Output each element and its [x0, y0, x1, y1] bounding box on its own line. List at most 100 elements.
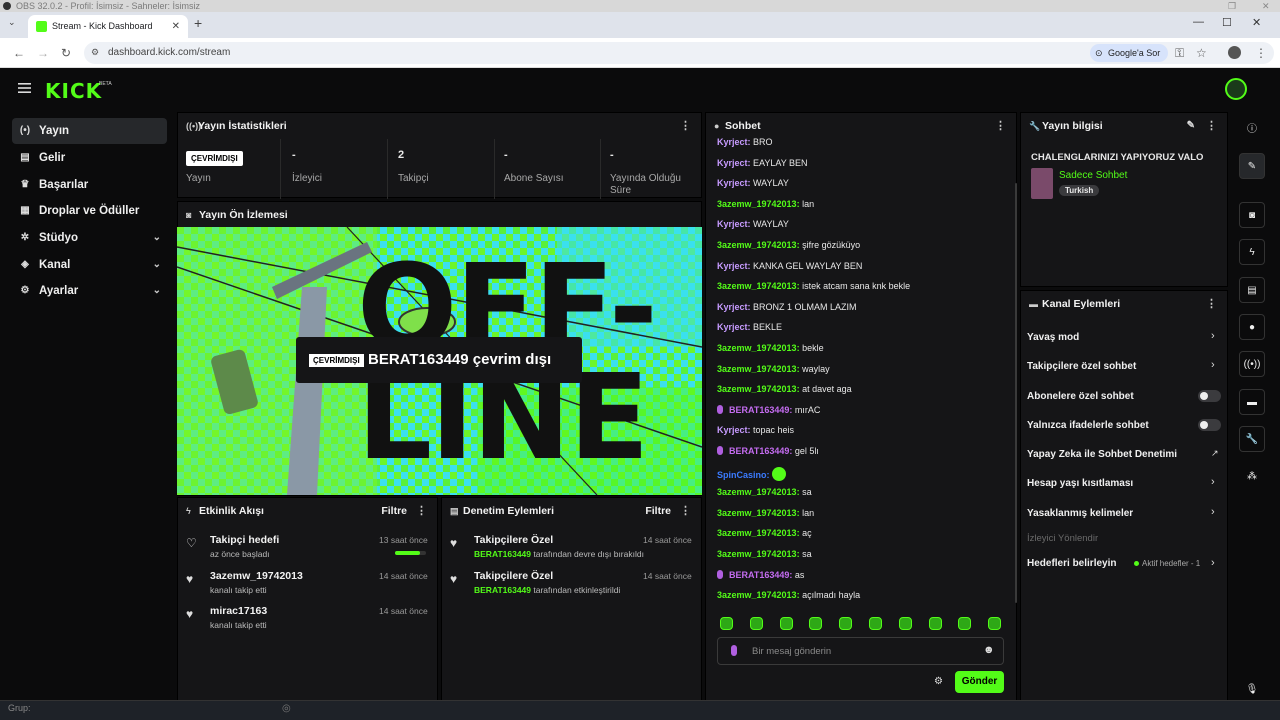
preview-panel-icon[interactable]: ◙ [1239, 202, 1265, 228]
more-options-icon[interactable]: ⋮ [680, 113, 691, 139]
browser-tab[interactable]: Stream - Kick Dashboard ✕ [28, 15, 188, 38]
more-options-icon[interactable]: ⋮ [416, 498, 427, 524]
chat-username[interactable]: 3azemw_19742013 [717, 364, 797, 374]
more-options-icon[interactable]: ⋮ [1206, 113, 1217, 139]
chat-username[interactable]: 3azemw_19742013 [717, 528, 797, 538]
action-ai-moderation[interactable]: Yapay Zeka ile Sohbet Denetimi [1027, 449, 1177, 460]
back-icon[interactable]: ← [13, 46, 25, 60]
lightning-icon[interactable]: ϟ [1239, 239, 1265, 265]
password-key-icon[interactable]: ⚿ [1175, 46, 1184, 61]
emote-icon[interactable] [809, 617, 823, 630]
tools-icon[interactable]: ▬ [1239, 389, 1265, 415]
url-text[interactable]: dashboard.kick.com/stream [108, 47, 230, 58]
broadcast-icon[interactable]: ((•)) [1239, 351, 1265, 377]
filter-button[interactable]: Filtre [645, 498, 671, 524]
close-window-icon[interactable]: ✕ [1252, 16, 1261, 29]
forward-icon[interactable]: → [37, 46, 49, 60]
edit-icon[interactable]: ✎ [1239, 153, 1265, 179]
document-icon[interactable]: ▤ [1239, 277, 1265, 303]
sidebar-item-yayin[interactable]: (•) Yayın [12, 118, 167, 144]
emote-icon[interactable] [839, 617, 853, 630]
mic-icon[interactable] [731, 645, 737, 656]
action-account-age[interactable]: Hesap yaşı kısıtlaması [1027, 478, 1133, 489]
sidebar-item-gelir[interactable]: ▤ Gelir [12, 145, 167, 171]
bookmark-star-icon[interactable]: ☆ [1196, 46, 1207, 60]
tab-close-icon[interactable]: ✕ [172, 15, 180, 38]
chat-username[interactable]: Kyrject [717, 137, 748, 147]
emote-icon[interactable] [928, 617, 942, 630]
chevron-right-icon[interactable]: › [1211, 359, 1215, 371]
chat-username[interactable]: Kyrject [717, 178, 748, 188]
chat-icon[interactable]: ● [1239, 314, 1265, 340]
chat-username[interactable]: 3azemw_19742013 [717, 590, 797, 600]
emote-icon[interactable] [749, 617, 763, 630]
wrench-icon[interactable]: 🔧 [1239, 426, 1265, 452]
more-options-icon[interactable]: ⋮ [1206, 291, 1217, 317]
tab-list-icon[interactable]: ⌄ [8, 17, 16, 28]
info-icon[interactable]: ⓘ [1239, 117, 1265, 143]
sidebar-item-studyo[interactable]: ✲ Stüdyo ⌄ [12, 225, 167, 251]
chat-username[interactable]: 3azemw_19742013 [717, 343, 797, 353]
moderator-name[interactable]: BERAT163449 [474, 549, 531, 559]
sidebar-item-droplar[interactable]: ▦ Droplar ve Ödüller [12, 198, 167, 224]
moderator-name[interactable]: BERAT163449 [474, 585, 531, 595]
os-restore-icon[interactable]: ❐ [1228, 0, 1236, 12]
emote-icon[interactable] [779, 617, 793, 630]
chat-input[interactable]: Bir mesaj gönderin ☻ [717, 637, 1004, 665]
chat-scrollbar[interactable] [1015, 183, 1017, 603]
category-link[interactable]: Sadece Sohbet [1059, 170, 1127, 181]
emote-icon[interactable] [898, 617, 912, 630]
emote-icon[interactable] [958, 617, 972, 630]
site-info-icon[interactable]: ⚙ [91, 47, 99, 58]
chat-username[interactable]: Kyrject [717, 302, 748, 312]
emote-icon[interactable] [869, 617, 882, 630]
apps-icon[interactable]: ⁂ [1239, 464, 1265, 490]
hamburger-menu-icon[interactable] [18, 82, 32, 94]
emoji-icon[interactable]: ☻ [983, 644, 995, 656]
more-options-icon[interactable]: ⋮ [995, 113, 1006, 139]
action-followers-only[interactable]: Takipçilere özel sohbet [1027, 361, 1136, 372]
chevron-right-icon[interactable]: › [1211, 330, 1215, 342]
chevron-right-icon[interactable]: › [1211, 557, 1215, 569]
reload-icon[interactable]: ↻ [61, 46, 71, 60]
os-close-icon[interactable]: ✕ [1262, 0, 1270, 12]
minimize-icon[interactable]: — [1193, 16, 1204, 28]
edit-pencil-icon[interactable]: ✎ [1187, 113, 1195, 139]
emotes-only-toggle[interactable] [1198, 419, 1221, 431]
chat-username[interactable]: Kyrject [717, 261, 748, 271]
chat-username[interactable]: BERAT163449 [729, 405, 789, 415]
taskbar-obs-icon[interactable]: ◎ [282, 703, 291, 714]
action-banned-words[interactable]: Yasaklanmış kelimeler [1027, 508, 1133, 519]
browser-menu-icon[interactable]: ⋮ [1255, 46, 1267, 60]
emote-icon[interactable] [988, 617, 1002, 630]
new-tab-icon[interactable]: + [194, 15, 202, 31]
chat-username[interactable]: 3azemw_19742013 [717, 384, 797, 394]
sidebar-item-ayarlar[interactable]: ⚙ Ayarlar ⌄ [12, 278, 167, 304]
action-set-goals[interactable]: Hedefleri belirleyin [1027, 558, 1116, 569]
chat-username[interactable]: 3azemw_19742013 [717, 281, 797, 291]
action-slow-mode[interactable]: Yavaş mod [1027, 332, 1079, 343]
send-button[interactable]: Gönder [955, 671, 1004, 693]
chat-username[interactable]: 3azemw_19742013 [717, 240, 797, 250]
profile-icon[interactable] [1228, 46, 1241, 59]
chevron-right-icon[interactable]: › [1211, 506, 1215, 518]
chat-username[interactable]: Kyrject [717, 322, 748, 332]
emote-icon[interactable] [720, 617, 733, 630]
chat-username[interactable]: SpinCasino [717, 470, 767, 480]
user-avatar[interactable] [1225, 78, 1247, 100]
chat-username[interactable]: Kyrject [717, 219, 748, 229]
filter-button[interactable]: Filtre [381, 498, 407, 524]
chat-username[interactable]: BERAT163449 [729, 570, 789, 580]
chat-username[interactable]: 3azemw_19742013 [717, 487, 797, 497]
chat-username[interactable]: BERAT163449 [729, 446, 789, 456]
chat-username[interactable]: Kyrject [717, 158, 748, 168]
chat-username[interactable]: 3azemw_19742013 [717, 508, 797, 518]
maximize-icon[interactable]: ☐ [1222, 16, 1232, 29]
subscribers-only-toggle[interactable] [1198, 390, 1221, 402]
chat-username[interactable]: 3azemw_19742013 [717, 199, 797, 209]
google-lens-button[interactable]: ⊙ Google'a Sor [1090, 44, 1169, 62]
chat-username[interactable]: 3azemw_19742013 [717, 549, 797, 559]
kick-logo[interactable]: KICK [45, 79, 102, 103]
external-link-icon[interactable]: ↗ [1211, 448, 1219, 459]
chat-username[interactable]: Kyrject [717, 425, 748, 435]
